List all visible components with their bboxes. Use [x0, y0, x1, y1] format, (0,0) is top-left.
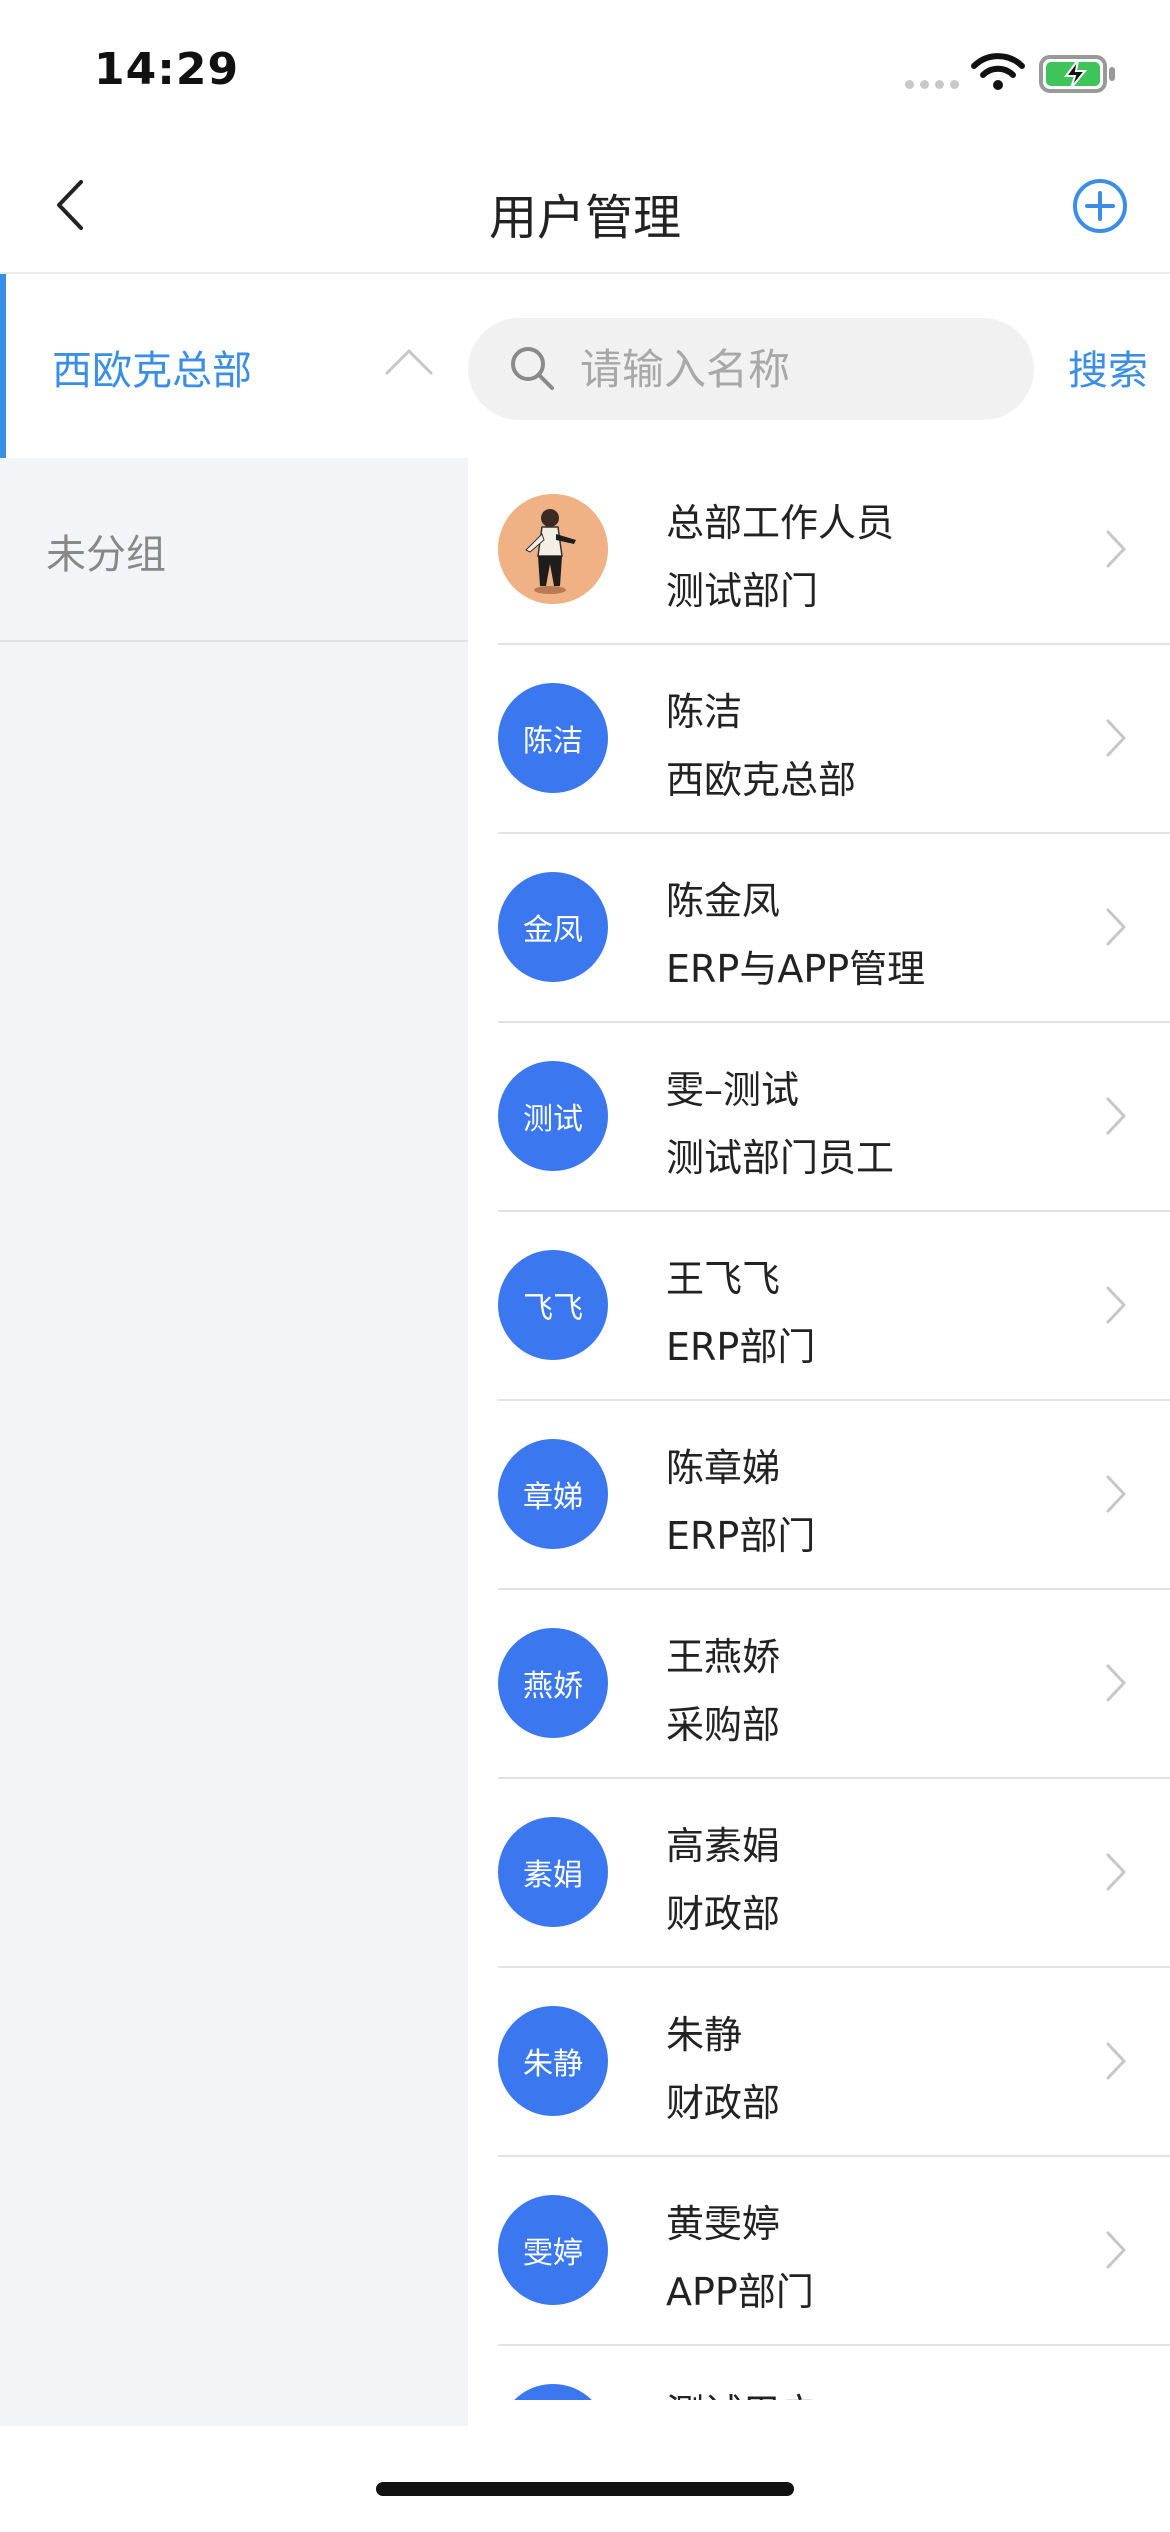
chevron-right-icon	[1106, 530, 1126, 568]
avatar: 陈洁	[498, 683, 608, 793]
user-row[interactable]: 素娟 高素娟 财政部	[468, 1779, 1170, 1968]
user-department: ERP部门	[666, 1514, 816, 1558]
home-indicator[interactable]	[376, 2482, 794, 2496]
user-name: 测试用户	[666, 2382, 818, 2400]
status-time: 14:29	[94, 44, 240, 95]
user-photo-icon	[498, 494, 608, 604]
chevron-right-icon	[1106, 1286, 1126, 1324]
user-row[interactable]: 总部工作人员 测试部门	[468, 456, 1170, 645]
status-bar: 14:29	[0, 0, 1170, 140]
chevron-right-icon	[1106, 1475, 1126, 1513]
chevron-right-icon	[1106, 719, 1126, 757]
nav-bar: 用户管理	[0, 140, 1170, 274]
avatar	[498, 2384, 608, 2400]
chevron-right-icon	[1106, 1097, 1126, 1135]
user-row[interactable]: 雯婷 黄雯婷 APP部门	[468, 2157, 1170, 2346]
user-row[interactable]: 金凤 陈金凤 ERP与APP管理	[468, 834, 1170, 1023]
user-row[interactable]: 测试用户	[468, 2346, 1170, 2400]
user-name: 朱静	[666, 2013, 743, 2057]
search-button[interactable]: 搜索	[1068, 338, 1148, 396]
add-user-button[interactable]	[1070, 176, 1130, 236]
user-department: 西欧克总部	[666, 758, 857, 802]
chevron-up-icon	[385, 349, 433, 375]
user-row[interactable]: 章娣 陈章娣 ERP部门	[468, 1401, 1170, 1590]
user-name: 王飞飞	[666, 1257, 781, 1301]
group-sidebar: 西欧克总部 未分组	[0, 274, 468, 2426]
search-icon	[511, 347, 554, 390]
user-department: 财政部	[666, 2081, 781, 2125]
cellular-signal-icon	[905, 80, 959, 89]
chevron-right-icon	[1106, 908, 1126, 946]
search-box	[468, 318, 1034, 420]
user-department: 采购部	[666, 1703, 781, 1747]
avatar: 燕娇	[498, 1628, 608, 1738]
battery-charging-icon	[1039, 55, 1115, 93]
user-department: 测试部门员工	[666, 1136, 895, 1180]
user-department: ERP与APP管理	[666, 947, 926, 991]
user-name: 王燕娇	[666, 1635, 781, 1679]
search-input[interactable]	[580, 318, 1010, 420]
user-name: 陈章娣	[666, 1446, 781, 1490]
chevron-right-icon	[1106, 2231, 1126, 2269]
user-name: 陈洁	[666, 690, 743, 734]
group-item-hq[interactable]: 西欧克总部	[0, 274, 468, 458]
avatar: 测试	[498, 1061, 608, 1171]
user-name: 陈金凤	[666, 879, 781, 923]
user-department: ERP部门	[666, 1325, 816, 1369]
user-row[interactable]: 陈洁 陈洁 西欧克总部	[468, 645, 1170, 834]
group-item-ungrouped[interactable]: 未分组	[0, 458, 468, 642]
user-row[interactable]: 飞飞 王飞飞 ERP部门	[468, 1212, 1170, 1401]
user-department: APP部门	[666, 2270, 814, 2314]
chevron-right-icon	[1106, 1853, 1126, 1891]
user-department: 测试部门	[666, 569, 819, 613]
wifi-icon	[971, 53, 1025, 90]
user-list: 总部工作人员 测试部门 陈洁 陈洁 西欧克总部 金凤 陈金凤 ERP与APP管理…	[468, 456, 1170, 2400]
chevron-right-icon	[1106, 1664, 1126, 1702]
user-row[interactable]: 燕娇 王燕娇 采购部	[468, 1590, 1170, 1779]
user-row[interactable]: 朱静 朱静 财政部	[468, 1968, 1170, 2157]
avatar: 金凤	[498, 872, 608, 982]
chevron-right-icon	[1106, 2042, 1126, 2080]
group-label: 西欧克总部	[52, 348, 252, 394]
user-name: 高素娟	[666, 1824, 781, 1868]
avatar: 章娣	[498, 1439, 608, 1549]
user-name: 雯–测试	[666, 1068, 800, 1112]
page-title: 用户管理	[488, 190, 681, 246]
avatar: 素娟	[498, 1817, 608, 1927]
user-name: 黄雯婷	[666, 2202, 781, 2246]
avatar: 飞飞	[498, 1250, 608, 1360]
user-name: 总部工作人员	[666, 501, 895, 545]
avatar	[498, 494, 608, 604]
user-department: 财政部	[666, 1892, 781, 1936]
group-label: 未分组	[46, 532, 166, 578]
avatar: 雯婷	[498, 2195, 608, 2305]
user-row[interactable]: 测试 雯–测试 测试部门员工	[468, 1023, 1170, 1212]
avatar: 朱静	[498, 2006, 608, 2116]
